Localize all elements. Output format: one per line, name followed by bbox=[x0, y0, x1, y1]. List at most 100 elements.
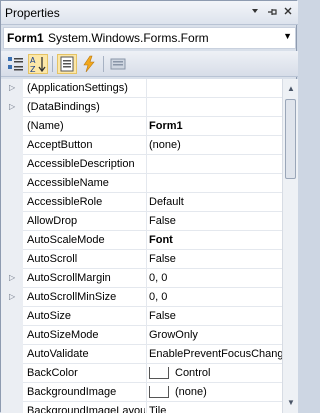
column-divider[interactable] bbox=[146, 193, 147, 212]
column-divider[interactable] bbox=[146, 155, 147, 174]
column-divider[interactable] bbox=[146, 136, 147, 155]
property-row[interactable]: BackColor Control bbox=[1, 364, 282, 383]
property-value[interactable]: (none) bbox=[149, 139, 282, 151]
property-row[interactable]: AcceptButton (none) bbox=[1, 136, 282, 155]
row-gutter bbox=[1, 307, 23, 326]
property-value[interactable]: False bbox=[149, 253, 282, 265]
properties-button[interactable] bbox=[57, 54, 77, 74]
row-gutter bbox=[1, 345, 23, 364]
property-row[interactable]: AutoScaleMode Font bbox=[1, 231, 282, 250]
column-divider[interactable] bbox=[146, 79, 147, 98]
column-divider[interactable] bbox=[146, 383, 147, 402]
property-row[interactable]: ▷ AutoScrollMargin 0, 0 bbox=[1, 269, 282, 288]
categorized-button[interactable] bbox=[6, 54, 26, 74]
property-row[interactable]: BackgroundImageLayout Tile bbox=[1, 402, 282, 413]
property-value-text: False bbox=[149, 310, 176, 322]
property-value[interactable]: False bbox=[149, 215, 282, 227]
toolbar-separator bbox=[52, 56, 53, 72]
row-gutter: ▷ bbox=[1, 288, 23, 307]
column-divider[interactable] bbox=[146, 231, 147, 250]
expand-icon[interactable]: ▷ bbox=[9, 273, 15, 282]
property-value[interactable]: 0, 0 bbox=[149, 291, 282, 303]
property-pages-button[interactable] bbox=[108, 54, 128, 74]
property-value-text: Font bbox=[149, 234, 173, 246]
property-name: AutoScaleMode bbox=[27, 234, 105, 246]
property-value[interactable]: False bbox=[149, 310, 282, 322]
property-row[interactable]: ▷ (DataBindings) bbox=[1, 98, 282, 117]
categorized-icon bbox=[8, 57, 23, 71]
scroll-down-icon[interactable]: ▼ bbox=[283, 395, 299, 411]
property-name: AutoSizeMode bbox=[27, 329, 99, 341]
color-swatch bbox=[149, 367, 169, 379]
toolbar-separator bbox=[103, 56, 104, 72]
property-value[interactable]: (none) bbox=[149, 386, 282, 398]
property-name: (Name) bbox=[27, 120, 64, 132]
property-value[interactable]: Default bbox=[149, 196, 282, 208]
property-name: AutoScrollMargin bbox=[27, 272, 111, 284]
column-divider[interactable] bbox=[146, 269, 147, 288]
property-row[interactable]: AutoSizeMode GrowOnly bbox=[1, 326, 282, 345]
column-divider[interactable] bbox=[146, 345, 147, 364]
property-row[interactable]: AutoSize False bbox=[1, 307, 282, 326]
property-row[interactable]: AccessibleName bbox=[1, 174, 282, 193]
property-row[interactable]: ▷ AutoScrollMinSize 0, 0 bbox=[1, 288, 282, 307]
property-name: AutoSize bbox=[27, 310, 72, 322]
row-gutter bbox=[1, 364, 23, 383]
property-value-text: GrowOnly bbox=[149, 329, 198, 341]
properties-icon bbox=[60, 56, 74, 72]
property-row[interactable]: AllowDrop False bbox=[1, 212, 282, 231]
alphabetical-button[interactable]: A Z bbox=[28, 54, 48, 74]
property-value[interactable]: GrowOnly bbox=[149, 329, 282, 341]
vertical-scrollbar[interactable]: ▲ ▼ bbox=[282, 79, 298, 413]
column-divider[interactable] bbox=[146, 212, 147, 231]
expand-icon[interactable]: ▷ bbox=[9, 102, 15, 111]
chevron-down-icon[interactable]: ▼ bbox=[283, 31, 292, 41]
row-gutter bbox=[1, 212, 23, 231]
window-options-button[interactable] bbox=[248, 6, 262, 20]
scroll-up-icon[interactable]: ▲ bbox=[283, 81, 299, 97]
column-divider[interactable] bbox=[146, 174, 147, 193]
column-divider[interactable] bbox=[146, 402, 147, 413]
property-value-text: 0, 0 bbox=[149, 291, 168, 303]
column-divider[interactable] bbox=[146, 307, 147, 326]
property-value-text: False bbox=[149, 215, 176, 227]
property-row[interactable]: (Name) Form1 bbox=[1, 117, 282, 136]
column-divider[interactable] bbox=[146, 364, 147, 383]
close-button[interactable] bbox=[281, 6, 295, 20]
property-value[interactable]: Font bbox=[149, 234, 282, 246]
property-row[interactable]: AutoScroll False bbox=[1, 250, 282, 269]
property-value[interactable]: 0, 0 bbox=[149, 272, 282, 284]
object-selector[interactable]: Form1 System.Windows.Forms.Form ▼ bbox=[3, 27, 296, 49]
property-name: AccessibleName bbox=[27, 177, 109, 189]
svg-text:A: A bbox=[30, 56, 36, 65]
column-divider[interactable] bbox=[146, 98, 147, 117]
property-value[interactable]: Control bbox=[149, 367, 282, 379]
property-name: AccessibleRole bbox=[27, 196, 103, 208]
expand-icon[interactable]: ▷ bbox=[9, 292, 15, 301]
property-row[interactable]: BackgroundImage (none) bbox=[1, 383, 282, 402]
property-row[interactable]: AccessibleRole Default bbox=[1, 193, 282, 212]
property-row[interactable]: ▷ (ApplicationSettings) bbox=[1, 79, 282, 98]
property-value[interactable]: EnablePreventFocusChange bbox=[149, 348, 282, 360]
property-grid: ▷ (ApplicationSettings) ▷ (DataBindings) (Na… bbox=[1, 79, 282, 413]
pin-button[interactable] bbox=[265, 6, 279, 20]
property-name: AcceptButton bbox=[27, 139, 93, 151]
property-row[interactable]: AutoValidate EnablePreventFocusChange bbox=[1, 345, 282, 364]
close-icon bbox=[284, 7, 292, 15]
events-button[interactable] bbox=[79, 54, 99, 74]
column-divider[interactable] bbox=[146, 250, 147, 269]
column-divider[interactable] bbox=[146, 117, 147, 136]
property-row[interactable]: AccessibleDescription bbox=[1, 155, 282, 174]
chevron-down-icon bbox=[252, 9, 258, 13]
property-name: (ApplicationSettings) bbox=[27, 82, 128, 94]
property-value-text: 0, 0 bbox=[149, 272, 168, 284]
property-value-text: Control bbox=[175, 367, 211, 379]
row-gutter: ▷ bbox=[1, 79, 23, 98]
column-divider[interactable] bbox=[146, 288, 147, 307]
scroll-thumb[interactable] bbox=[285, 99, 296, 179]
property-value-text: (none) bbox=[175, 386, 207, 398]
column-divider[interactable] bbox=[146, 326, 147, 345]
row-gutter bbox=[1, 402, 23, 413]
expand-icon[interactable]: ▷ bbox=[9, 83, 15, 92]
property-value[interactable]: Form1 bbox=[149, 120, 282, 132]
